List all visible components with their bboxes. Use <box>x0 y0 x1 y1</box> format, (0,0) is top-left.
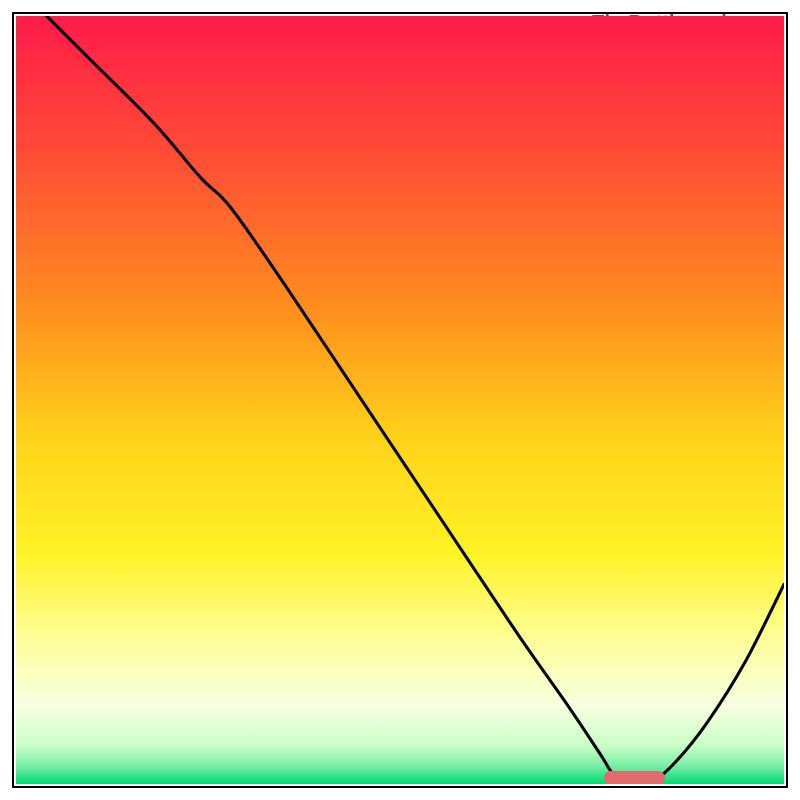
chart-frame: TheBottleneck.com <box>12 12 788 788</box>
data-curve <box>16 16 784 784</box>
plot-area <box>16 16 784 784</box>
minimum-marker <box>604 771 665 784</box>
